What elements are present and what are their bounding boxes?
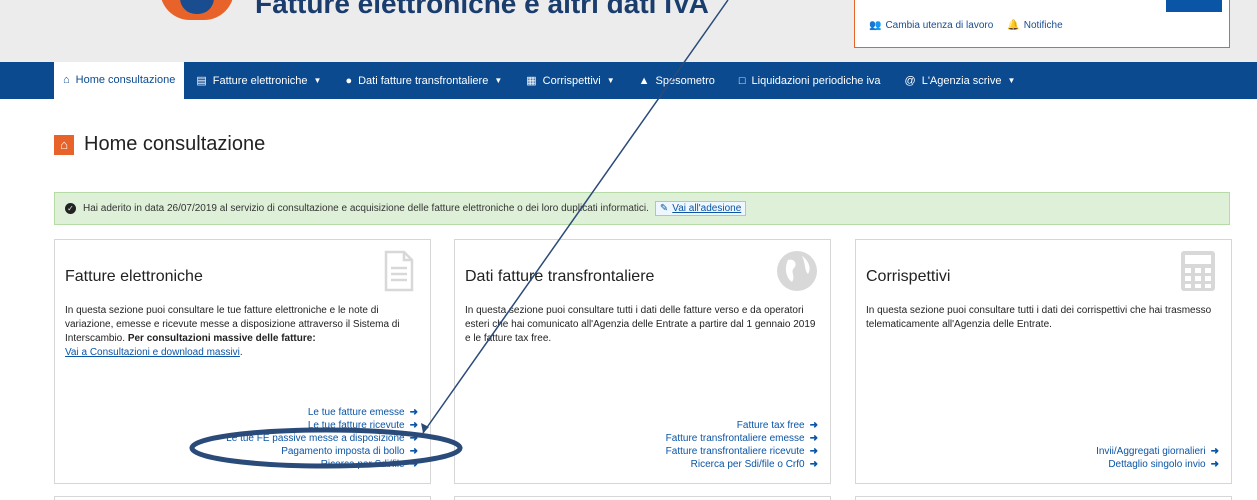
change-user-link[interactable]: 👥 Cambia utenza di lavoro <box>869 20 993 31</box>
card-fatture-elettroniche: Fatture elettroniche In questa sezione p… <box>54 239 431 484</box>
chevron-down-icon: ▼ <box>313 76 322 85</box>
card-description: In questa sezione puoi consultare tutti … <box>866 305 1212 330</box>
check-circle-icon: ✓ <box>65 203 76 214</box>
link-pagamento-bollo[interactable]: Pagamento imposta di bollo ➜ <box>226 445 418 458</box>
link-fatture-emesse[interactable]: Le tue fatture emesse ➜ <box>226 406 418 419</box>
arrow-right-icon: ➜ <box>409 446 418 457</box>
link-invii-aggregati[interactable]: Invii/Aggregati giornalieri ➜ <box>1096 445 1219 458</box>
agency-logo[interactable] <box>160 0 234 20</box>
nav-item-fatture-elettroniche[interactable]: ▤ Fatture elettroniche ▼ <box>184 62 333 99</box>
globe-icon: ● <box>345 74 353 87</box>
arrow-right-icon: ➜ <box>809 459 818 470</box>
users-icon: 👥 <box>869 20 882 31</box>
arrow-right-icon: ➜ <box>809 433 818 444</box>
alert-text: Hai aderito in data 26/07/2019 al serviz… <box>83 203 649 214</box>
card-description: In questa sezione puoi consultare le tue… <box>65 305 400 358</box>
nav-item-home[interactable]: ⌂ Home consultazione <box>54 62 185 99</box>
page-title: Home consultazione <box>84 133 266 155</box>
adhesion-alert: ✓ Hai aderito in data 26/07/2019 al serv… <box>54 192 1230 225</box>
arrow-right-icon: ➜ <box>409 433 418 444</box>
card-description: In questa sezione puoi consultare tutti … <box>465 305 816 344</box>
card-links: Le tue fatture emesse ➜ Le tue fatture ri… <box>226 406 418 471</box>
arrow-right-icon: ➜ <box>409 459 418 470</box>
nav-item-agenzia-scrive[interactable]: @ L'Agenzia scrive ▼ <box>893 62 1028 99</box>
notifications-link[interactable]: 🔔 Notifiche <box>1007 20 1062 31</box>
home-icon: ⌂ <box>63 73 70 86</box>
chevron-down-icon: ▼ <box>606 76 615 85</box>
bell-icon: 🔔 <box>1007 20 1020 31</box>
link-fe-passive[interactable]: Le tue FE passive messe a disposizione ➜ <box>226 432 418 445</box>
link-transfrontaliere-emesse[interactable]: Fatture transfrontaliere emesse ➜ <box>666 432 818 445</box>
chevron-down-icon: ▼ <box>494 76 503 85</box>
site-title: Fatture elettroniche e altri dati IVA <box>255 0 709 19</box>
card-dati-fatture-transfrontaliere: Dati fatture transfrontaliere In questa … <box>454 239 831 484</box>
chevron-down-icon: ▼ <box>1007 76 1016 85</box>
link-transfrontaliere-ricevute[interactable]: Fatture transfrontaliere ricevute ➜ <box>666 445 818 458</box>
link-dettaglio-invio[interactable]: Dettaglio singolo invio ➜ <box>1096 458 1219 471</box>
card-title: Dati fatture transfrontaliere <box>465 268 655 285</box>
arrow-right-icon: ➜ <box>809 446 818 457</box>
link-tax-free[interactable]: Fatture tax free ➜ <box>666 419 818 432</box>
main-nav: ⌂ Home consultazione ▤ Fatture elettroni… <box>0 62 1257 99</box>
globe-icon <box>777 251 817 291</box>
logout-button[interactable] <box>1166 0 1222 12</box>
nav-item-dati-fatture-transfrontaliere[interactable]: ● Dati fatture transfrontaliere ▼ <box>333 62 514 99</box>
card-title: Corrispettivi <box>866 268 951 285</box>
adhesion-link-label[interactable]: Vai all'adesione <box>672 203 741 214</box>
arrow-right-icon: ➜ <box>409 407 418 418</box>
site-header: Fatture elettroniche e altri dati IVA 👥 C… <box>0 0 1257 62</box>
edit-icon: ✎ <box>659 203 669 214</box>
nav-item-spesometro[interactable]: ▲ Spesometro <box>627 62 727 99</box>
page-title-block: ⌂ Home consultazione <box>54 133 265 156</box>
card-corrispettivi: Corrispettivi In questa sezione puoi con… <box>855 239 1232 484</box>
card-partial <box>855 496 1232 500</box>
nav-item-corrispettivi[interactable]: ▦ Corrispettivi ▼ <box>514 62 626 99</box>
arrow-right-icon: ➜ <box>409 420 418 431</box>
calculator-icon <box>1181 251 1215 291</box>
card-title: Fatture elettroniche <box>65 268 203 285</box>
document-icon <box>384 250 414 292</box>
arrow-right-icon: ➜ <box>1210 446 1219 457</box>
calculator-icon: ▦ <box>526 75 537 87</box>
card-links: Fatture tax free ➜ Fatture transfrontalie… <box>666 419 818 471</box>
document-icon: ▤ <box>196 75 207 87</box>
home-icon: ⌂ <box>54 134 74 155</box>
link-ricerca-crf0[interactable]: Ricerca per Sdi/file o Crf0 ➜ <box>666 458 818 471</box>
bag-icon: ▲ <box>638 74 650 87</box>
file-icon: □ <box>738 74 746 87</box>
adhesion-link[interactable]: ✎ Vai all'adesione <box>654 201 747 216</box>
bulk-download-link[interactable]: Vai a Consultazioni e download massivi <box>65 347 240 358</box>
card-partial <box>54 496 431 500</box>
link-ricerca-sdi[interactable]: Ricerca per Sdi/file ➜ <box>226 458 418 471</box>
nav-item-liquidazioni[interactable]: □ Liquidazioni periodiche iva <box>727 62 893 99</box>
card-partial <box>454 496 831 500</box>
card-links: Invii/Aggregati giornalieri ➜ Dettaglio s… <box>1096 445 1219 471</box>
arrow-right-icon: ➜ <box>809 420 818 431</box>
link-fatture-ricevute[interactable]: Le tue fatture ricevute ➜ <box>226 419 418 432</box>
arrow-right-icon: ➜ <box>1210 459 1219 470</box>
at-icon: @ <box>904 74 916 87</box>
